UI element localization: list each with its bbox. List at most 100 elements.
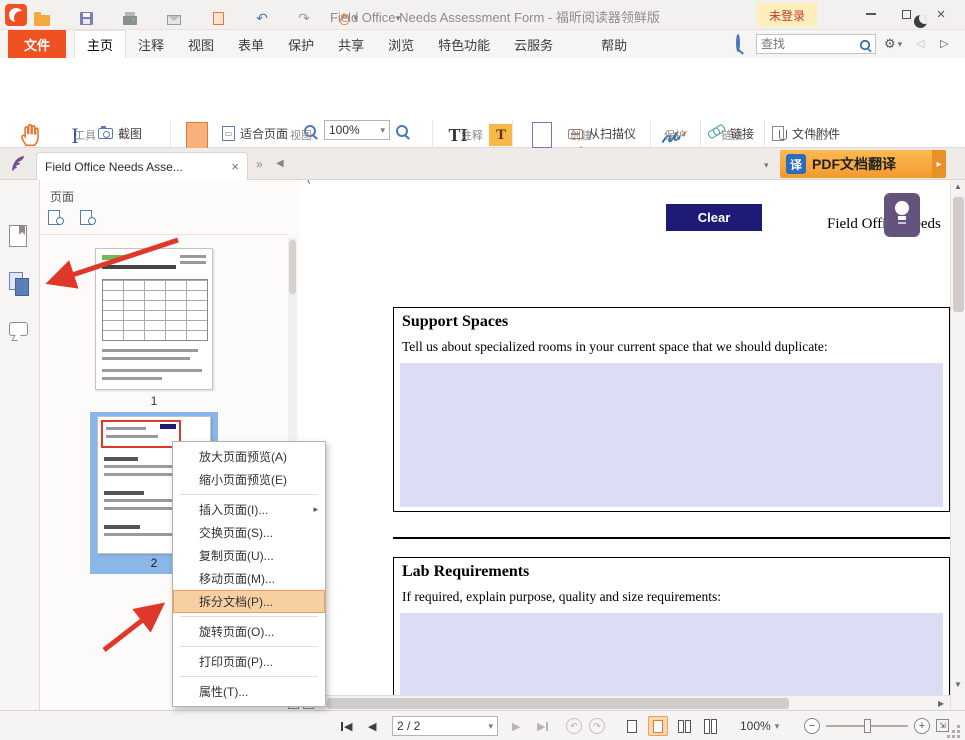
menu-item-zoom-out-preview[interactable]: 缩小页面预览(E) [173, 468, 325, 491]
maximize-button[interactable] [893, 3, 919, 25]
page-number-combo[interactable]: 2 / 2 ▾ [392, 716, 498, 736]
menu-item-zoom-in-preview[interactable]: 放大页面预览(A) [173, 445, 325, 468]
tab-form[interactable]: 表单 [226, 30, 276, 58]
next-page-button[interactable]: ▶ [512, 720, 520, 733]
assistant-lightbulb-button[interactable] [884, 193, 920, 237]
quill-icon[interactable] [10, 155, 26, 176]
close-button[interactable]: × [928, 3, 954, 25]
menu-item-copy-pages[interactable]: 复制页面(U)... [173, 544, 325, 567]
page-indicator: 2 / 2 [397, 719, 420, 733]
bookmarks-panel-button[interactable] [9, 225, 31, 249]
tab-share[interactable]: 共享 [326, 30, 376, 58]
pages-panel-button[interactable] [9, 272, 31, 296]
continuous-page-button[interactable] [648, 716, 668, 736]
zoom-slider-track[interactable] [826, 725, 908, 727]
menu-item-label: 插入页面(I)... [199, 501, 268, 518]
thumb1-table [102, 279, 208, 341]
section-description: Tell us about specialized rooms in your … [402, 339, 828, 355]
tab-browse[interactable]: 浏览 [376, 30, 426, 58]
first-page-button[interactable]: ◀ [341, 720, 352, 733]
tab-file[interactable]: 文件 [8, 30, 66, 58]
ribbon-prev-button[interactable]: ◁ [916, 37, 924, 50]
comments-panel-button[interactable] [9, 320, 31, 344]
print-button[interactable] [120, 8, 140, 30]
continuous-icon [653, 720, 663, 733]
next-view-button[interactable]: ↷ [589, 718, 605, 734]
thumb-zoom-in-button[interactable] [48, 210, 60, 228]
page-1-thumbnail[interactable] [95, 248, 213, 390]
horizontal-scrollbar-thumb[interactable] [327, 698, 789, 709]
thumb-zoom-out-lens [88, 217, 96, 225]
scroll-down-icon[interactable]: ▼ [951, 680, 965, 689]
menu-item-move-pages[interactable]: 移动页面(M)... [173, 567, 325, 590]
login-label: 未登录 [769, 7, 805, 24]
minimize-button[interactable] [858, 3, 884, 25]
tab-home[interactable]: 主页 [74, 30, 126, 58]
scroll-up-icon[interactable]: ▲ [951, 182, 965, 191]
fit-window-button[interactable]: ⇲ [936, 719, 949, 732]
menu-item-print-pages[interactable]: 打印页面(P)... [173, 650, 325, 673]
menu-item-rotate-pages[interactable]: 旋转页面(O)... [173, 620, 325, 643]
tab-features[interactable]: 特色功能 [426, 30, 502, 58]
find-icon [736, 34, 740, 52]
continuous-facing-button[interactable] [700, 716, 720, 736]
document-tab-bar: Field Office Needs Asse... × » ◀ ▾ 译 PDF… [0, 148, 965, 180]
men u-item-split-document[interactable]: 拆分文档(P)... [173, 590, 325, 613]
tab-overflow-icon[interactable]: » [256, 157, 263, 171]
tab-protect[interactable]: 保护 [276, 30, 326, 58]
doc-options-icon[interactable]: ▾ [764, 160, 769, 171]
prev-view-button[interactable]: ↶ [566, 718, 582, 734]
zoom-level-combo[interactable]: 100% ▾ [740, 719, 779, 733]
continuous-facing-icon [711, 719, 717, 734]
login-button[interactable]: 未登录 [757, 3, 817, 27]
single-page-button[interactable] [622, 716, 642, 736]
support-spaces-section: Support Spaces Tell us about specialized… [393, 307, 950, 512]
thumb-zoom-out-button[interactable] [80, 210, 92, 228]
prev-page-button[interactable]: ◀ [368, 720, 376, 733]
find-button[interactable] [736, 36, 740, 50]
lab-requirements-field[interactable] [400, 613, 943, 695]
thumb1-line [102, 369, 202, 372]
last-page-button[interactable]: ▶ [537, 720, 548, 733]
window-title: Field Office Needs Assessment Form - 福昕阅… [330, 7, 660, 26]
document-tab[interactable]: Field Office Needs Asse... × [36, 152, 248, 180]
translate-expand-icon[interactable]: ▸ [932, 150, 946, 178]
save-button[interactable] [76, 8, 96, 30]
menu-item-swap-pages[interactable]: 交换页面(S)... [173, 521, 325, 544]
support-spaces-field[interactable] [400, 363, 943, 507]
tab-comment[interactable]: 注释 [126, 30, 176, 58]
vertical-scrollbar[interactable]: ▲ ▼ [950, 180, 965, 710]
comments-panel-tail [11, 335, 20, 341]
email-button[interactable] [164, 8, 184, 30]
thumb1-line [102, 349, 198, 352]
redo-button[interactable]: ↷ [294, 8, 314, 30]
menu-item-insert-pages[interactable]: 插入页面(I)...▸ [173, 498, 325, 521]
menu-item-properties[interactable]: 属性(T)... [173, 680, 325, 703]
tab-close-icon[interactable]: × [231, 159, 239, 174]
single-page-icon [627, 720, 637, 733]
thumb1-line [102, 377, 162, 380]
settings-button[interactable]: ⚙ ▾ [884, 36, 902, 52]
minimize-icon [866, 13, 876, 15]
panel-collapse-icon[interactable]: ◀ [276, 158, 284, 169]
facing-page-button[interactable] [674, 716, 694, 736]
panel-scrollbar-thumb[interactable] [289, 240, 296, 294]
pdf-translate-button[interactable]: 译 PDF文档翻译 ▸ [780, 150, 946, 178]
zoom-plus-button[interactable]: + [914, 718, 930, 734]
horizontal-scrollbar[interactable]: ◀ ▶ [310, 695, 950, 710]
search-input[interactable] [761, 37, 859, 51]
tab-help[interactable]: 帮助 [589, 30, 639, 58]
panel-divider [40, 234, 288, 235]
undo-button[interactable]: ↶ [252, 8, 272, 30]
scroll-right-icon[interactable]: ▶ [938, 699, 944, 708]
clear-form-button[interactable]: Clear [666, 204, 762, 231]
tab-view[interactable]: 视图 [176, 30, 226, 58]
vertical-scrollbar-thumb[interactable] [953, 197, 964, 312]
ribbon-next-button[interactable]: ▷ [940, 37, 948, 50]
zoom-slider-thumb[interactable] [864, 719, 871, 733]
ribbon-tab-bar: 文件 主页 注释 视图 表单 保护 共享 浏览 特色功能 云服务 帮助 ⚙ ▾ … [0, 30, 965, 58]
open-file-button[interactable] [32, 8, 52, 30]
zoom-minus-button[interactable]: − [804, 718, 820, 734]
tab-cloud[interactable]: 云服务 [502, 30, 565, 58]
quick-tool-button[interactable] [208, 8, 228, 30]
